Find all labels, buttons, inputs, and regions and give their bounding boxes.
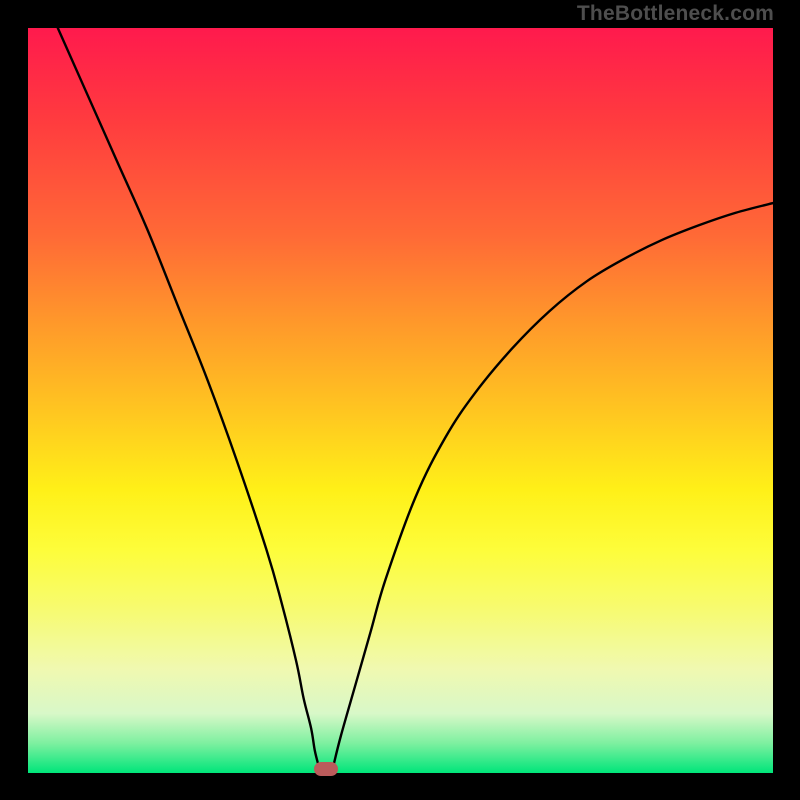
minimum-marker: [314, 762, 338, 776]
curve-layer: [28, 28, 773, 773]
watermark-text: TheBottleneck.com: [577, 2, 774, 26]
plot-area: [28, 28, 773, 773]
bottleneck-curve-right: [333, 203, 773, 765]
chart-frame: TheBottleneck.com: [0, 0, 800, 800]
bottleneck-curve-left: [58, 28, 319, 766]
